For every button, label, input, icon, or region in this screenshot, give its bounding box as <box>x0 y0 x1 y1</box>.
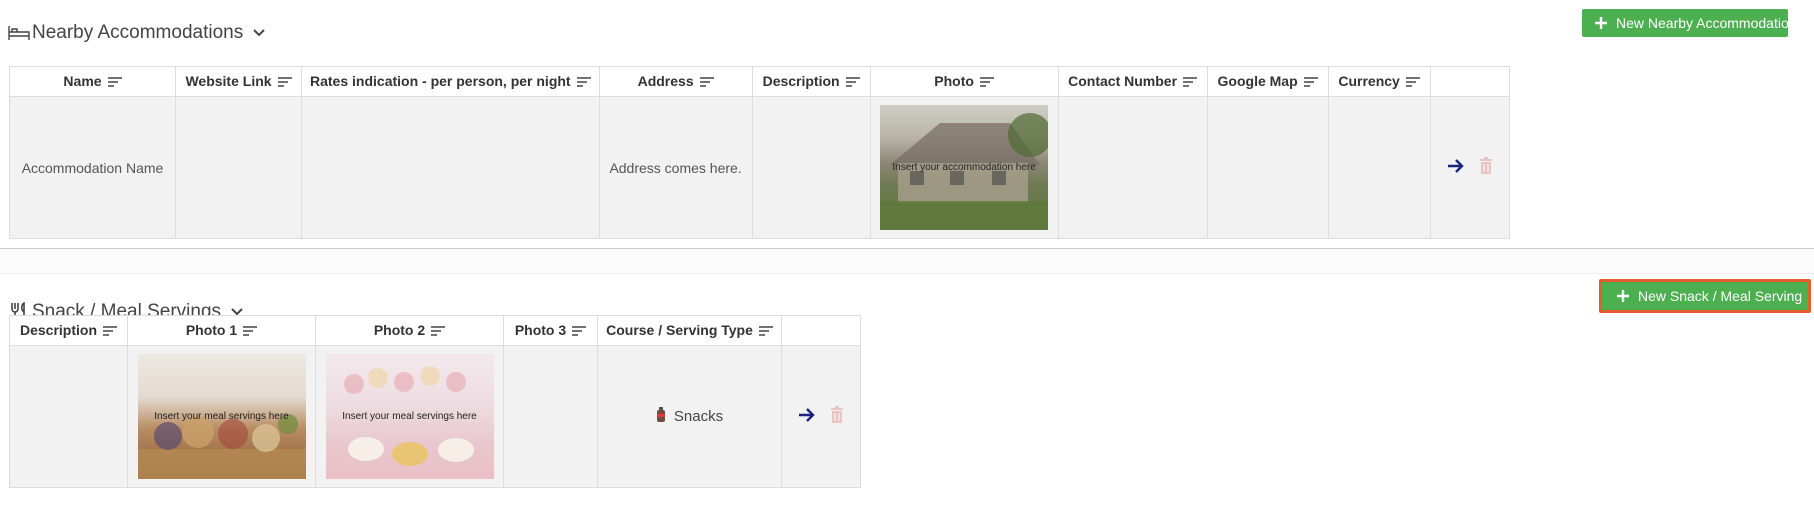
cell-course-serving-type: Snacks <box>597 345 782 488</box>
cell-actions <box>781 345 861 488</box>
accommodations-table: Name Website Link Rates indication - per… <box>9 66 1510 239</box>
accommodation-photo-caption: Insert your accommodation here <box>892 162 1036 173</box>
col-header-photo[interactable]: Photo <box>869 66 1059 97</box>
cell-photo: Insert your accommodation here <box>869 96 1059 239</box>
cell-currency <box>1327 96 1431 239</box>
sort-icon[interactable] <box>1405 74 1420 90</box>
chevron-down-icon[interactable] <box>253 29 265 37</box>
new-snack-meal-serving-label: New Snack / Meal Serving <box>1638 288 1803 304</box>
cell-photo-2: Insert your meal servings here <box>315 345 504 488</box>
col-header-website-link[interactable]: Website Link <box>175 66 302 97</box>
cell-photo-3 <box>503 345 598 488</box>
sort-icon[interactable] <box>431 323 446 339</box>
meals-section: Snack / Meal Servings New Snack / Meal S… <box>0 248 1814 531</box>
col-header-contact-number[interactable]: Contact Number <box>1057 66 1208 97</box>
sort-icon[interactable] <box>979 74 994 90</box>
meal-photo-2[interactable]: Insert your meal servings here <box>325 354 494 479</box>
sort-icon[interactable] <box>243 323 258 339</box>
cell-description <box>751 96 871 239</box>
snack-icon <box>656 406 666 427</box>
table-row[interactable]: Insert your meal servings here Insert yo… <box>9 345 861 488</box>
sort-icon[interactable] <box>576 74 591 90</box>
serving-type-label: Snacks <box>673 408 724 425</box>
sort-icon[interactable] <box>277 74 292 90</box>
table-row[interactable]: Accommodation Name Address comes here. I… <box>9 96 1510 239</box>
meal-photo-1[interactable]: Insert your meal servings here <box>137 354 306 479</box>
bed-icon <box>8 22 30 44</box>
col-header-description[interactable]: Description <box>751 66 871 97</box>
new-nearby-accommodation-button[interactable]: New Nearby Accommodation <box>1582 9 1797 37</box>
col-header-name[interactable]: Name <box>9 66 176 97</box>
accommodations-title[interactable]: Nearby Accommodations <box>8 22 265 44</box>
cell-contact-number <box>1057 96 1208 239</box>
accommodations-title-text: Nearby Accommodations <box>32 22 244 43</box>
trash-icon[interactable] <box>1479 157 1493 178</box>
cell-actions <box>1429 96 1510 239</box>
col-header-rates[interactable]: Rates indication - per person, per night <box>301 66 600 97</box>
col-header-photo-2[interactable]: Photo 2 <box>315 315 504 346</box>
sort-icon[interactable] <box>1183 74 1198 90</box>
sort-icon[interactable] <box>107 74 122 90</box>
cell-website-link <box>175 96 302 239</box>
col-header-address[interactable]: Address <box>598 66 753 97</box>
cell-address: Address comes here. <box>598 96 753 239</box>
arrow-right-icon[interactable] <box>1447 158 1465 177</box>
sort-icon[interactable] <box>572 323 587 339</box>
meal-photo-2-caption: Insert your meal servings here <box>342 411 477 422</box>
sort-icon[interactable] <box>758 323 773 339</box>
sort-icon[interactable] <box>845 74 860 90</box>
col-header-description[interactable]: Description <box>9 315 128 346</box>
col-header-photo-3[interactable]: Photo 3 <box>503 315 598 346</box>
sort-icon[interactable] <box>699 74 714 90</box>
plus-icon <box>1616 289 1630 303</box>
col-header-actions <box>781 315 861 346</box>
accommodations-section: Nearby Accommodations New Nearby Accommo… <box>0 0 1814 248</box>
col-header-currency[interactable]: Currency <box>1327 66 1431 97</box>
sort-icon[interactable] <box>103 323 117 339</box>
cell-name: Accommodation Name <box>9 96 176 239</box>
col-header-google-map[interactable]: Google Map <box>1206 66 1329 97</box>
cell-description <box>9 345 128 488</box>
trash-icon[interactable] <box>830 406 844 427</box>
accommodation-photo[interactable]: Insert your accommodation here <box>880 105 1049 230</box>
cell-photo-1: Insert your meal servings here <box>127 345 316 488</box>
section-divider <box>0 249 1814 274</box>
meal-photo-1-caption: Insert your meal servings here <box>154 411 289 422</box>
cell-google-map <box>1206 96 1329 239</box>
col-header-actions <box>1429 66 1510 97</box>
arrow-right-icon[interactable] <box>798 407 816 426</box>
meals-table: Description Photo 1 Photo 2 Photo 3 Cour… <box>9 315 861 488</box>
new-nearby-accommodation-label: New Nearby Accommodation <box>1616 15 1797 31</box>
sort-icon[interactable] <box>1303 74 1318 90</box>
col-header-photo-1[interactable]: Photo 1 <box>127 315 316 346</box>
plus-icon <box>1594 16 1608 30</box>
cell-rates <box>301 96 600 239</box>
new-snack-meal-serving-button[interactable]: New Snack / Meal Serving <box>1599 279 1811 313</box>
col-header-course-serving-type[interactable]: Course / Serving Type <box>597 315 782 346</box>
